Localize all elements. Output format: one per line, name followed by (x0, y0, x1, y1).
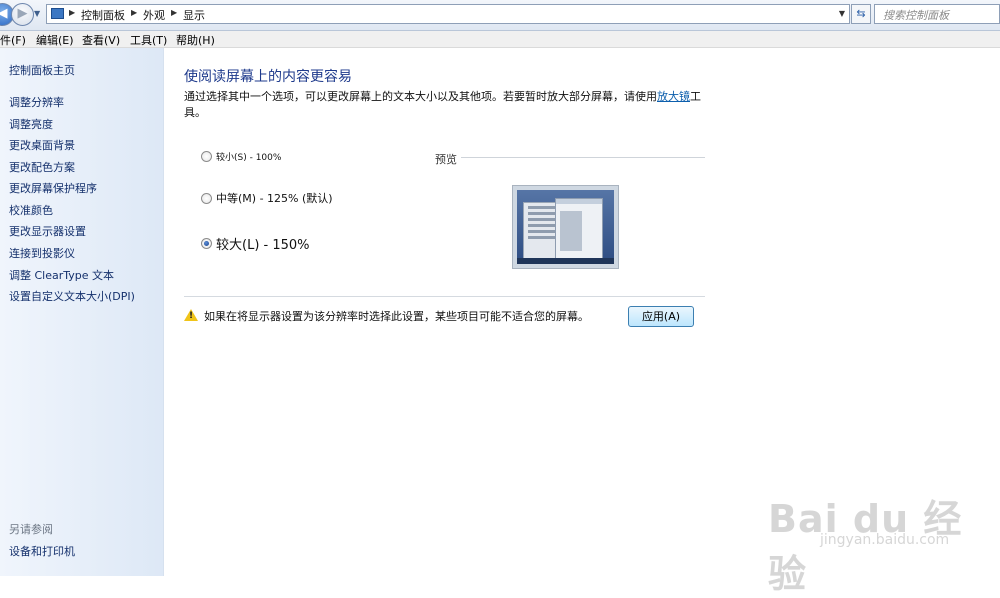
radio-medium[interactable]: 中等(M) - 125% (默认) (201, 190, 333, 206)
breadcrumb-appearance[interactable]: 外观 (143, 7, 165, 23)
sidebar-link-calibrate[interactable]: 校准颜色 (9, 202, 53, 218)
preview-screen (517, 190, 614, 264)
sidebar-link-cleartype[interactable]: 调整 ClearType 文本 (9, 267, 114, 283)
recent-pages-dropdown[interactable]: ▼ (34, 9, 40, 18)
search-input[interactable]: 搜索控制面板 (874, 4, 1000, 24)
menu-file[interactable]: 件(F) (0, 32, 26, 48)
apply-button[interactable]: 应用(A) (628, 306, 694, 327)
sidebar-link-home[interactable]: 控制面板主页 (9, 62, 75, 78)
radio-button[interactable] (201, 151, 212, 162)
menu-view[interactable]: 查看(V) (82, 32, 120, 48)
sidebar-link-devices-printers[interactable]: 设备和打印机 (9, 543, 75, 559)
sidebar-link-projector[interactable]: 连接到投影仪 (9, 245, 75, 261)
sidebar-link-color-scheme[interactable]: 更改配色方案 (9, 159, 75, 175)
see-also-heading: 另请参阅 (9, 523, 53, 536)
sidebar-link-background[interactable]: 更改桌面背景 (9, 137, 75, 153)
divider (184, 296, 705, 297)
sidebar-link-brightness[interactable]: 调整亮度 (9, 116, 53, 132)
magnifier-link[interactable]: 放大镜 (657, 90, 690, 103)
task-pane: 控制面板主页 调整分辨率 调整亮度 更改桌面背景 更改配色方案 更改屏幕保护程序… (0, 48, 164, 576)
refresh-icon: ⇆ (856, 7, 866, 20)
preview-heading: 预览 (435, 153, 457, 166)
radio-button[interactable] (201, 192, 212, 204)
chevron-right-icon: ▶ (131, 8, 138, 17)
description-text: 通过选择其中一个选项，可以更改屏幕上的文本大小以及其他项。若要暂时放大部分屏幕，… (184, 90, 657, 103)
sidebar-link-display-settings[interactable]: 更改显示器设置 (9, 223, 86, 239)
arrow-right-icon: ▶ (17, 6, 28, 21)
page-title: 使阅读屏幕上的内容更容易 (184, 69, 352, 85)
preview-image (512, 185, 619, 269)
preview-taskbar (517, 258, 614, 264)
warning-icon: ! (184, 309, 198, 321)
address-field[interactable]: ▶ 控制面板 ▶ 外观 ▶ 显示 ▼ (46, 4, 850, 24)
menu-edit[interactable]: 编辑(E) (36, 32, 74, 48)
radio-label: 较大(L) - 150% (216, 238, 310, 253)
control-panel-icon (51, 8, 64, 19)
watermark-url: jingyan.baidu.com (820, 532, 950, 548)
sidebar-link-dpi[interactable]: 设置自定义文本大小(DPI) (9, 288, 135, 304)
menu-bar: 件(F) 编辑(E) 查看(V) 工具(T) 帮助(H) (0, 31, 1000, 48)
radio-button-selected[interactable] (201, 238, 212, 249)
preview-window-front (555, 198, 603, 260)
arrow-left-icon: ◀ (0, 6, 8, 21)
radio-label: 中等(M) - 125% (默认) (216, 192, 333, 205)
address-toolbar: ◀ ▶ ▼ ▶ 控制面板 ▶ 外观 ▶ 显示 ▼ ⇆ 搜索控制面板 (0, 0, 1000, 31)
forward-button[interactable]: ▶ (11, 3, 34, 26)
radio-label: 较小(S) - 100% (216, 153, 282, 163)
menu-help[interactable]: 帮助(H) (176, 32, 215, 48)
radio-smaller[interactable]: 较小(S) - 100% (201, 150, 281, 163)
sidebar-link-screensaver[interactable]: 更改屏幕保护程序 (9, 180, 97, 196)
chevron-right-icon: ▶ (171, 8, 178, 17)
radio-larger[interactable]: 较大(L) - 150% (201, 234, 310, 253)
chevron-down-icon[interactable]: ▼ (839, 9, 845, 18)
breadcrumb-display[interactable]: 显示 (183, 7, 205, 23)
warning-text: 如果在将显示器设置为该分辨率时选择此设置，某些项目可能不适合您的屏幕。 (204, 310, 589, 323)
refresh-button[interactable]: ⇆ (851, 4, 871, 24)
page-description: 通过选择其中一个选项，可以更改屏幕上的文本大小以及其他项。若要暂时放大部分屏幕，… (184, 89, 704, 121)
breadcrumb-control-panel[interactable]: 控制面板 (81, 7, 125, 23)
menu-tools[interactable]: 工具(T) (130, 32, 167, 48)
chevron-right-icon: ▶ (69, 8, 76, 17)
preview-divider (461, 157, 705, 158)
sidebar-link-resolution[interactable]: 调整分辨率 (9, 94, 64, 110)
